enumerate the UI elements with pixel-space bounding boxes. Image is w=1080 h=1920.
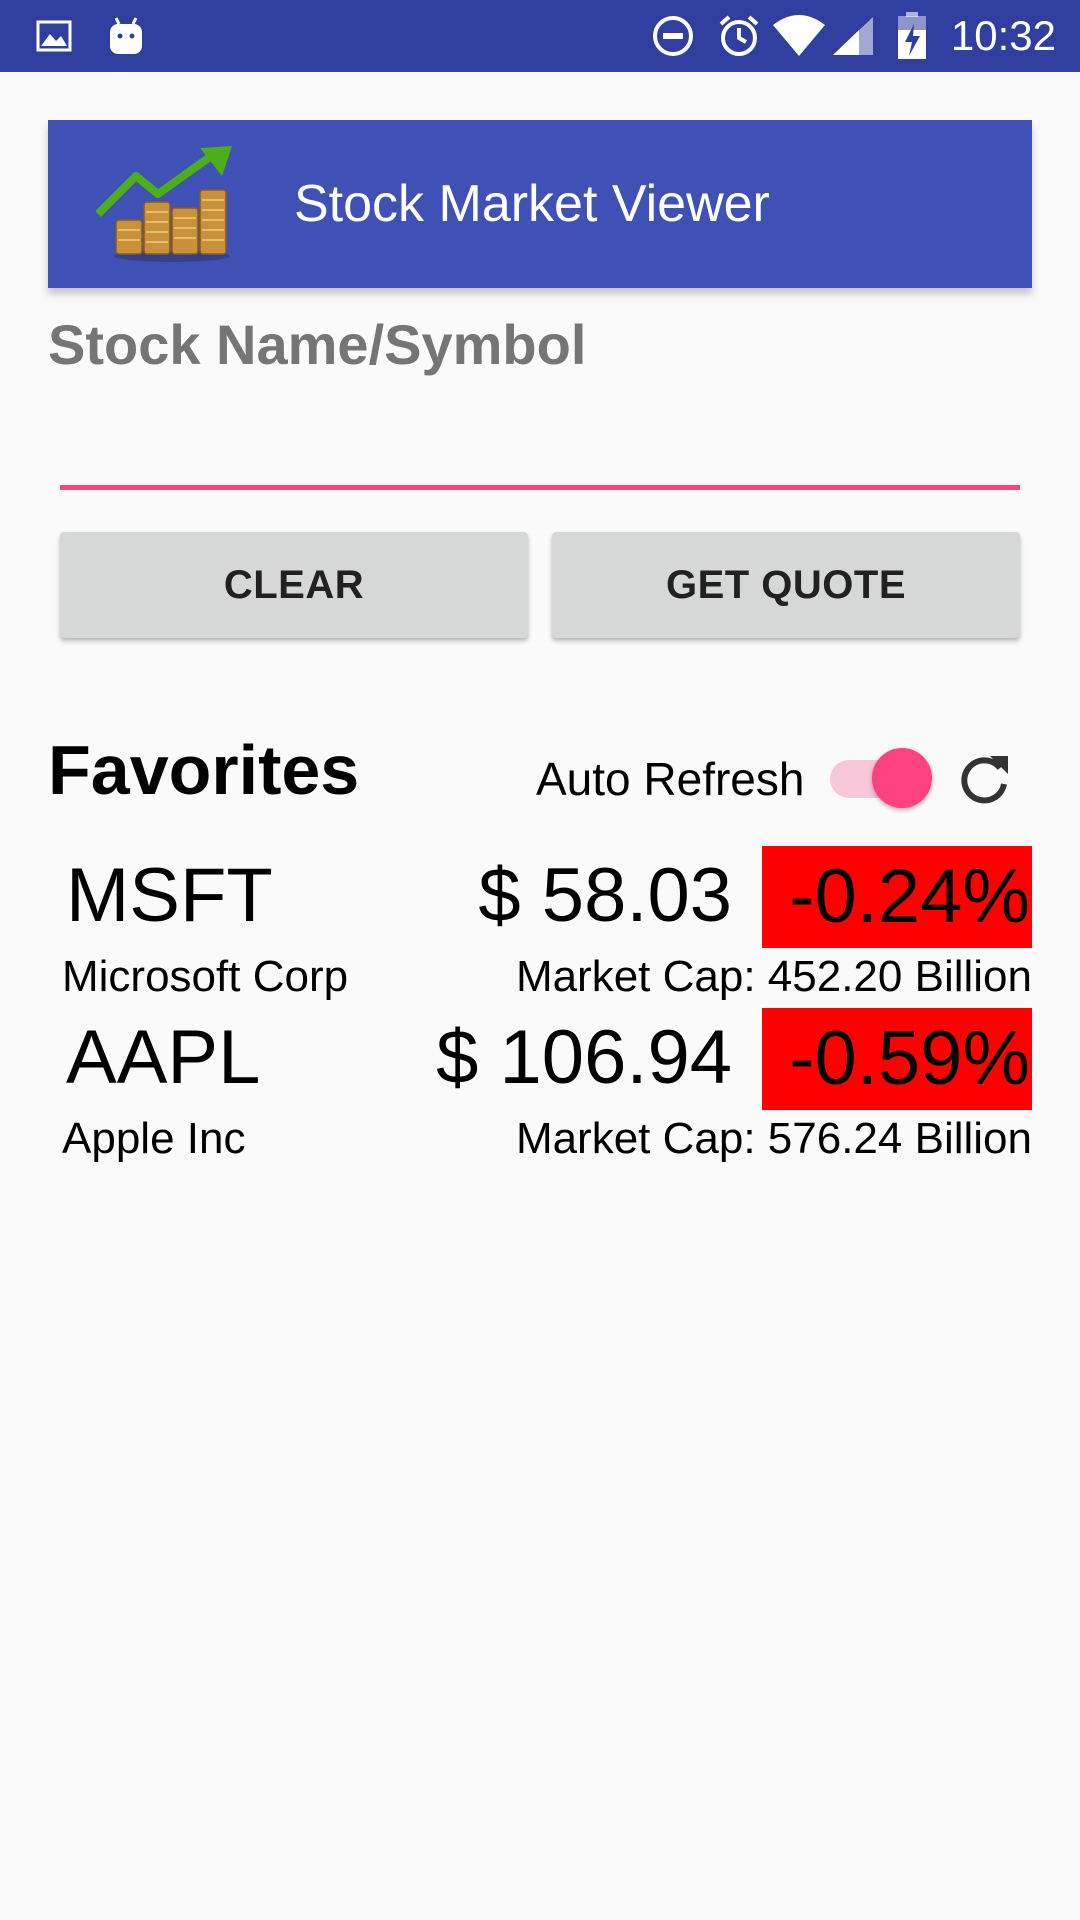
stock-change-badge: -0.24% (762, 846, 1032, 948)
get-quote-button[interactable]: GET QUOTE (552, 532, 1020, 638)
auto-refresh-toggle[interactable] (826, 744, 932, 808)
refresh-icon[interactable] (954, 750, 1014, 810)
alarm-icon (716, 0, 762, 72)
company-name: Microsoft Corp (62, 952, 349, 1001)
favorites-title: Favorites (48, 731, 360, 809)
stock-input-label: Stock Name/Symbol (48, 313, 587, 376)
app-title: Stock Market Viewer (294, 175, 770, 233)
clear-button[interactable]: CLEAR (60, 532, 528, 638)
wifi-icon (772, 0, 826, 72)
stock-symbol: MSFT (66, 853, 273, 938)
company-name: Apple Inc (62, 1114, 246, 1163)
favorite-stock-row[interactable]: MSFT $ 58.03 -0.24% Microsoft Corp Marke… (0, 846, 1080, 1008)
signal-icon (830, 0, 876, 72)
auto-refresh-label: Auto Refresh (536, 753, 805, 805)
stock-coins-logo (95, 146, 236, 264)
stock-change-badge: -0.59% (762, 1008, 1032, 1110)
stock-price: $ 58.03 (478, 853, 732, 938)
battery-charging-icon (894, 0, 930, 72)
market-cap: Market Cap: 452.20 Billion (515, 952, 1032, 1001)
android-icon (106, 0, 146, 72)
app-header: Stock Market Viewer (48, 120, 1032, 288)
market-cap: Market Cap: 576.24 Billion (515, 1114, 1032, 1163)
favorite-stock-row[interactable]: AAPL $ 106.94 -0.59% Apple Inc Market Ca… (0, 1008, 1080, 1170)
status-bar: 10:32 (0, 0, 1080, 72)
stock-symbol: AAPL (66, 1015, 261, 1100)
do-not-disturb-icon (650, 0, 696, 72)
toggle-thumb (872, 748, 932, 808)
status-time: 10:32 (950, 12, 1056, 59)
stock-price: $ 106.94 (436, 1015, 732, 1100)
stock-symbol-input[interactable] (60, 410, 1020, 490)
image-icon (34, 0, 74, 72)
